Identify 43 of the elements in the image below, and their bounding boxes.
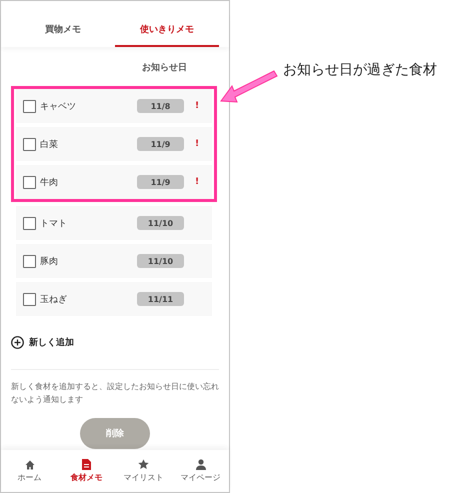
nav-item[interactable]: マイページ [172, 450, 229, 492]
user-icon [196, 459, 206, 470]
home-icon [24, 460, 34, 470]
overdue-mark: ! [194, 177, 200, 187]
checkbox[interactable] [23, 254, 36, 268]
note-text: 新しく食材を追加すると、設定したお知らせ日に使い忘れないよう通知します [11, 381, 219, 406]
food-name: 牛肉 [40, 176, 59, 188]
overdue-mark: ! [194, 101, 200, 111]
notify-date: 11/10 [137, 254, 184, 268]
document-icon [82, 459, 91, 470]
checkbox[interactable] [23, 292, 36, 306]
food-item-row[interactable]: トマト 11/10 [16, 206, 212, 240]
plus-circle-icon [11, 336, 24, 349]
notify-date: 11/9 [137, 175, 184, 189]
star-icon [138, 459, 149, 470]
checkbox[interactable] [23, 138, 36, 150]
food-name: 玉ねぎ [40, 294, 68, 306]
food-name: トマト [40, 218, 68, 230]
add-button[interactable]: 新しく追加 [11, 336, 74, 349]
notify-date: 11/10 [137, 216, 184, 230]
notify-date: 11/11 [137, 292, 184, 306]
food-name: キャベツ [40, 100, 77, 112]
notify-date: 11/8 [137, 99, 184, 113]
nav-item[interactable]: マイリスト [115, 450, 172, 492]
food-name: 白菜 [40, 138, 59, 150]
callout-arrow [220, 70, 278, 104]
tab[interactable]: 使いきりメモ [115, 13, 219, 47]
food-item-row[interactable]: 豚肉 11/10 [16, 244, 212, 278]
food-item-row[interactable]: 牛肉 11/9 ! [16, 165, 212, 199]
overdue-mark: ! [194, 139, 200, 149]
food-item-row[interactable]: 白菜 11/9 ! [16, 127, 212, 161]
notify-date: 11/9 [137, 137, 184, 151]
nav-item[interactable]: ホーム [1, 450, 58, 492]
tab[interactable]: 買物メモ [11, 13, 115, 47]
food-name: 豚肉 [40, 256, 59, 268]
checkbox[interactable] [23, 176, 36, 188]
callout-text: お知らせ日が過ぎた食材 [283, 61, 437, 79]
nav-item[interactable]: 食材メモ [58, 450, 115, 492]
checkbox[interactable] [23, 100, 36, 112]
checkbox[interactable] [23, 216, 36, 230]
column-header: お知らせ日 [142, 62, 187, 74]
food-item-row[interactable]: 玉ねぎ 11/11 [16, 282, 212, 316]
food-item-row[interactable]: キャベツ 11/8 ! [16, 89, 212, 123]
